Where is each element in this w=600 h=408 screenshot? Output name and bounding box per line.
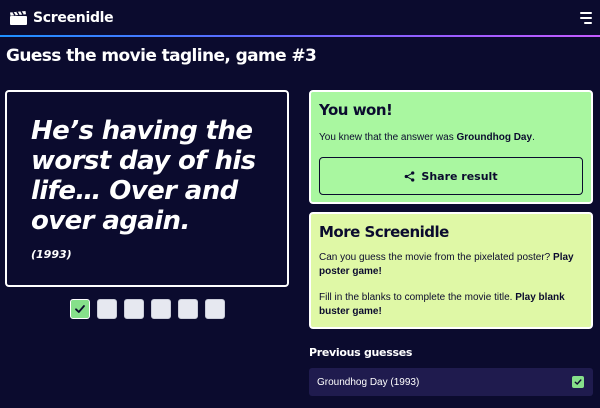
- blank-buster-promo: Fill in the blanks to complete the movie…: [319, 291, 583, 319]
- more-games-card: More Screenidle Can you guess the movie …: [309, 212, 593, 329]
- menu-line: [580, 12, 592, 14]
- app-header: Screenidle: [0, 0, 600, 36]
- blank-buster-text: Fill in the blanks to complete the movie…: [319, 292, 516, 303]
- attempt-empty: [97, 299, 117, 319]
- result-message-prefix: You knew that the answer was: [319, 132, 457, 143]
- check-icon: [75, 305, 85, 313]
- attempt-empty: [151, 299, 171, 319]
- clapperboard-icon: [10, 11, 27, 25]
- header-gradient-divider: [0, 35, 600, 37]
- attempt-empty: [124, 299, 144, 319]
- share-result-label: Share result: [421, 169, 498, 183]
- attempt-correct: [70, 299, 90, 319]
- result-card: You won! You knew that the answer was Gr…: [309, 90, 593, 204]
- more-games-heading: More Screenidle: [319, 223, 449, 241]
- previous-guesses-heading: Previous guesses: [309, 346, 413, 359]
- hamburger-menu-icon[interactable]: [578, 11, 592, 25]
- brand-name: Screenidle: [33, 10, 114, 26]
- share-icon: [405, 170, 415, 182]
- page-title: Guess the movie tagline, game #3: [6, 46, 317, 66]
- tagline-card: He’s having the worst day of his life… O…: [5, 90, 289, 287]
- share-result-button[interactable]: Share result: [319, 157, 583, 195]
- result-message-suffix: .: [532, 132, 535, 143]
- result-heading: You won!: [319, 101, 393, 119]
- previous-guess-label: Groundhog Day (1993): [317, 376, 420, 388]
- attempt-indicators: [70, 299, 225, 319]
- poster-game-promo: Can you guess the movie from the pixelat…: [319, 251, 583, 279]
- menu-line: [580, 17, 592, 19]
- brand-logo[interactable]: Screenidle: [10, 10, 114, 26]
- tagline-text: He’s having the worst day of his life… O…: [31, 116, 256, 236]
- poster-game-text: Can you guess the movie from the pixelat…: [319, 252, 554, 263]
- menu-line: [584, 22, 592, 24]
- result-answer: Groundhog Day: [456, 132, 533, 143]
- result-message: You knew that the answer was Groundhog D…: [319, 131, 583, 145]
- previous-guess-row: Groundhog Day (1993): [309, 368, 593, 396]
- tagline-year: (1993): [31, 248, 72, 261]
- attempt-empty: [205, 299, 225, 319]
- attempt-empty: [178, 299, 198, 319]
- check-icon: [572, 376, 584, 388]
